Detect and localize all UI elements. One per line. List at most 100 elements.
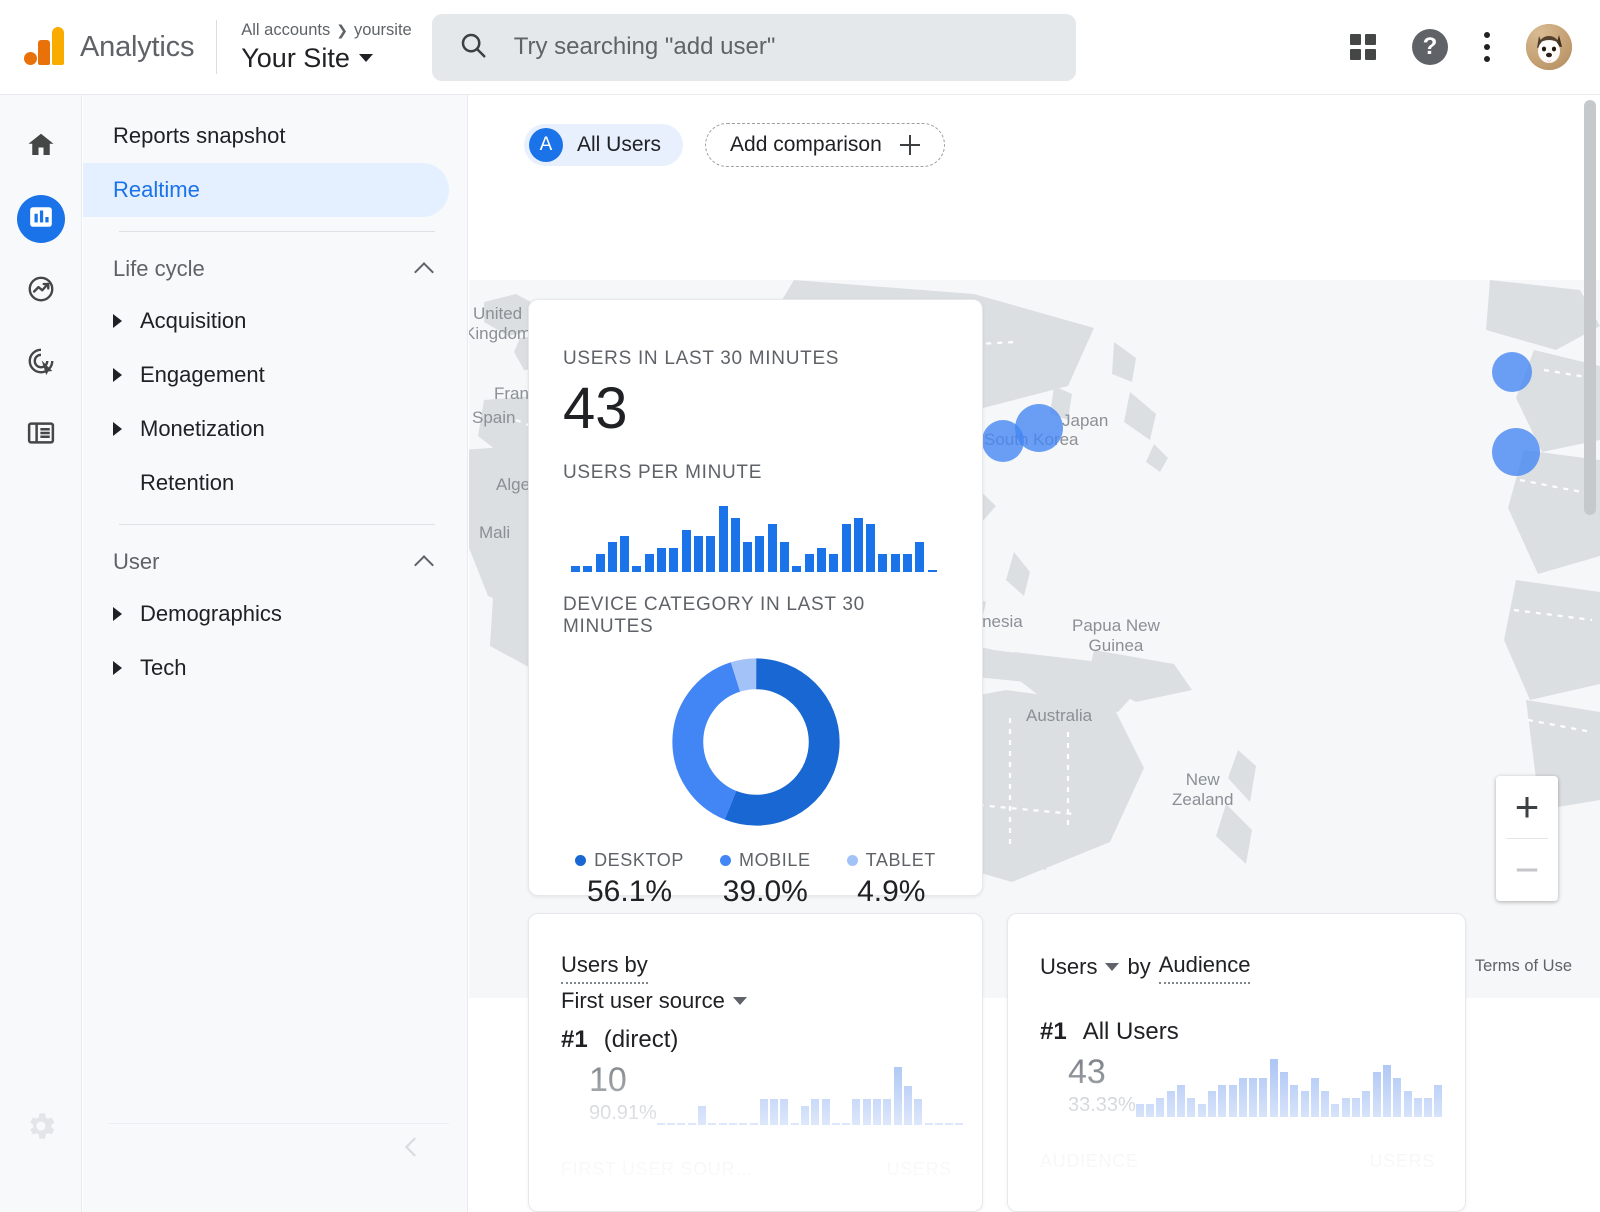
card-title: Users by bbox=[561, 950, 952, 984]
legend-top: DESKTOP bbox=[575, 850, 684, 871]
terms-of-use-link[interactable]: Terms of Use bbox=[1475, 957, 1572, 976]
legend-label: TABLET bbox=[866, 850, 936, 871]
sparkline-bar bbox=[1290, 1085, 1298, 1117]
collapse-nav-button[interactable] bbox=[397, 1133, 425, 1166]
sparkline-bar bbox=[1383, 1065, 1391, 1117]
sparkline-bar bbox=[1146, 1104, 1154, 1117]
vertical-scrollbar[interactable] bbox=[1584, 100, 1596, 515]
legend-color-dot bbox=[575, 855, 586, 866]
brand-title: Analytics bbox=[80, 31, 194, 64]
breadcrumb-accounts[interactable]: All accounts bbox=[241, 19, 330, 41]
account-selector[interactable]: All accounts ❯ yoursite Your Site bbox=[241, 19, 411, 75]
gear-icon[interactable] bbox=[24, 1109, 58, 1148]
sparkline-bar bbox=[822, 1099, 830, 1125]
header-divider bbox=[216, 20, 217, 74]
nav-item-monetization[interactable]: Monetization bbox=[83, 402, 467, 456]
zoom-out-icon[interactable]: − bbox=[1496, 839, 1558, 901]
nav-group-life-cycle-label: Life cycle bbox=[113, 256, 205, 282]
sparkline-bar bbox=[863, 1099, 871, 1125]
nav-item-tech[interactable]: Tech bbox=[83, 641, 467, 695]
nav-group-user[interactable]: User bbox=[83, 537, 467, 587]
sparkline-bar bbox=[1311, 1078, 1319, 1117]
breadcrumb-property[interactable]: yoursite bbox=[354, 19, 412, 41]
rail-item-reports[interactable] bbox=[17, 195, 65, 243]
device-donut-chart[interactable] bbox=[563, 652, 948, 832]
add-comparison-button[interactable]: Add comparison bbox=[705, 123, 945, 167]
sparkline-bar bbox=[801, 1106, 809, 1125]
sparkline-bar bbox=[1167, 1091, 1175, 1117]
comparison-chips: A All Users Add comparison bbox=[524, 123, 945, 167]
card-metric: 10 90.91% bbox=[561, 1060, 657, 1125]
nav-item-engagement[interactable]: Engagement bbox=[83, 348, 467, 402]
sparkline-bar bbox=[955, 1123, 963, 1125]
users-per-minute-bar bbox=[842, 524, 851, 572]
users-last-30-value: 43 bbox=[563, 376, 948, 442]
sparkline-bar bbox=[760, 1099, 768, 1125]
apps-grid-icon[interactable] bbox=[1350, 34, 1376, 60]
add-comparison-label: Add comparison bbox=[730, 133, 882, 157]
legend-value: 56.1% bbox=[575, 875, 684, 909]
users-per-minute-bar bbox=[571, 566, 580, 572]
nav-item-retention[interactable]: Retention bbox=[83, 456, 467, 510]
sparkline-bar bbox=[1218, 1085, 1226, 1117]
map-user-dot[interactable] bbox=[1492, 428, 1540, 476]
rail-item-explore[interactable] bbox=[17, 267, 65, 315]
sparkline-bar bbox=[1331, 1104, 1339, 1117]
nav-group-life-cycle[interactable]: Life cycle bbox=[83, 244, 467, 294]
users-per-minute-bar bbox=[694, 536, 703, 572]
users-per-minute-chart[interactable] bbox=[563, 502, 948, 572]
map-label: Japan bbox=[1062, 411, 1108, 431]
sparkline-bar bbox=[1229, 1085, 1237, 1117]
card-table-rule bbox=[561, 1198, 952, 1199]
top-header: Analytics All accounts ❯ yoursite Your S… bbox=[0, 0, 1600, 95]
zoom-in-icon[interactable]: + bbox=[1496, 776, 1558, 838]
nav-item-acquisition[interactable]: Acquisition bbox=[83, 294, 467, 348]
sparkline-bar bbox=[1259, 1078, 1267, 1117]
users-last-30-label: USERS IN LAST 30 MINUTES bbox=[563, 348, 948, 370]
chevron-down-icon bbox=[733, 997, 747, 1005]
rail-item-home[interactable] bbox=[17, 123, 65, 171]
users-per-minute-bar bbox=[719, 506, 728, 572]
card-title-prefix[interactable]: Users by bbox=[561, 950, 648, 984]
card-dimension-selector[interactable]: First user source bbox=[561, 986, 952, 1016]
sparkline-bar bbox=[719, 1123, 727, 1125]
sparkline-bar bbox=[739, 1123, 747, 1125]
nav-item-realtime[interactable]: Realtime bbox=[83, 163, 449, 217]
plus-icon bbox=[900, 135, 920, 155]
map-user-dot[interactable] bbox=[1015, 404, 1063, 452]
card-dimension-label: First user source bbox=[561, 986, 725, 1016]
search-bar[interactable] bbox=[432, 14, 1076, 81]
help-question-icon[interactable]: ? bbox=[1412, 29, 1448, 65]
sparkline-bar bbox=[1270, 1059, 1278, 1117]
sparkline-bar bbox=[1404, 1091, 1412, 1117]
sparkline-bar bbox=[1414, 1098, 1422, 1117]
nav-item-demographics-label: Demographics bbox=[140, 601, 282, 627]
property-name[interactable]: Your Site bbox=[241, 41, 411, 75]
users-by-audience-card: Users by Audience #1 All Users 43 33.33%… bbox=[1007, 913, 1466, 1212]
chip-all-users[interactable]: A All Users bbox=[524, 124, 683, 166]
sparkline-bar bbox=[1177, 1085, 1185, 1117]
card-rank: #1 bbox=[561, 1026, 588, 1054]
google-analytics-logo-icon bbox=[22, 25, 66, 69]
sparkline-bar bbox=[1424, 1098, 1432, 1117]
kebab-menu-icon[interactable] bbox=[1484, 32, 1490, 62]
users-per-minute-bar bbox=[792, 566, 801, 572]
users-per-minute-label: USERS PER MINUTE bbox=[563, 462, 948, 484]
card-table-header: FIRST USER SOUR… USERS bbox=[561, 1159, 952, 1180]
map-label: Alge bbox=[496, 475, 530, 495]
map-user-dot[interactable] bbox=[1492, 352, 1532, 392]
sparkline-bar bbox=[811, 1099, 819, 1125]
rail-item-library[interactable] bbox=[17, 411, 65, 459]
card-metric-selector[interactable]: Users bbox=[1040, 952, 1097, 982]
avatar[interactable] bbox=[1526, 24, 1572, 70]
card-title: Users by Audience bbox=[1040, 950, 1435, 984]
nav-item-demographics[interactable]: Demographics bbox=[83, 587, 467, 641]
card-percent: 90.91% bbox=[589, 1102, 657, 1125]
nav-item-reports-snapshot[interactable]: Reports snapshot bbox=[83, 109, 449, 163]
users-per-minute-bar bbox=[608, 542, 617, 572]
device-legend: DESKTOP56.1%MOBILE39.0%TABLET4.9% bbox=[563, 850, 948, 909]
rail-item-advertising[interactable] bbox=[17, 339, 65, 387]
sparkline-bar bbox=[750, 1123, 758, 1125]
search-input[interactable] bbox=[514, 33, 1050, 61]
card-dimension-label[interactable]: Audience bbox=[1159, 950, 1251, 984]
